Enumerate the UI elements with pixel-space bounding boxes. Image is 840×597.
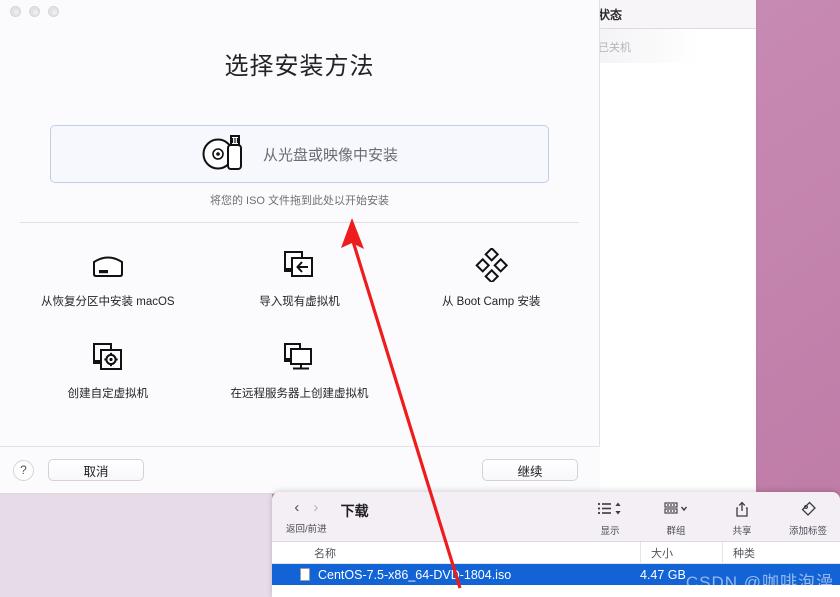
page-title: 选择安装方法 bbox=[224, 53, 375, 80]
background-window-status-value: 已关机 bbox=[588, 29, 756, 63]
help-button[interactable]: ? bbox=[13, 459, 34, 481]
toolbar-label: 共享 bbox=[732, 526, 752, 537]
disc-usb-icon bbox=[201, 133, 247, 176]
toolbar-label: 添加标签 bbox=[788, 526, 827, 537]
share-icon bbox=[734, 500, 750, 517]
method-create-vm-remote-server[interactable]: 在远程服务器上创建虚拟机 bbox=[204, 339, 396, 401]
toolbar-label: 显示 bbox=[600, 526, 620, 537]
method-label: 创建自定虚拟机 bbox=[67, 388, 149, 400]
finder-nav-group: ‹ › 返回/前进 bbox=[286, 500, 327, 535]
boot-camp-icon bbox=[474, 247, 509, 283]
toolbar-group-button[interactable]: 群组 bbox=[654, 500, 698, 537]
file-name: CentOS-7.5-x86_64-DVD-1804.iso bbox=[318, 567, 512, 582]
dropzone-wrapper: 从光盘或映像中安装 将您的 ISO 文件拖到此处以开始安装 bbox=[50, 125, 549, 208]
assistant-footer: ? 取消 继续 bbox=[0, 446, 600, 493]
install-from-disc-dropzone[interactable]: 从光盘或映像中安装 bbox=[50, 125, 549, 183]
method-import-existing-vm[interactable]: 导入现有虚拟机 bbox=[204, 247, 396, 309]
group-grid-icon bbox=[663, 500, 689, 517]
window-titlebar bbox=[0, 0, 599, 24]
toolbar-add-tag-button[interactable]: 添加标签 bbox=[786, 500, 830, 537]
list-item[interactable] bbox=[272, 585, 840, 597]
finder-column-headers: 名称 大小 种类 bbox=[272, 541, 840, 564]
zoom-icon[interactable] bbox=[48, 6, 59, 17]
minimize-icon[interactable] bbox=[29, 6, 40, 17]
toolbar-share-button[interactable]: 共享 bbox=[720, 500, 764, 537]
tag-icon bbox=[800, 500, 817, 517]
desktop-screen: 状态 已关机 选择安装方法 从光盘或映像中安装 将您的 ISO 文件拖到此处以开… bbox=[0, 0, 840, 597]
background-vm-library-window[interactable]: 状态 已关机 bbox=[588, 0, 756, 493]
traffic-lights bbox=[10, 6, 59, 17]
close-icon[interactable] bbox=[10, 6, 21, 17]
custom-vm-gear-icon bbox=[91, 339, 125, 375]
finder-nav-label: 返回/前进 bbox=[286, 524, 327, 535]
finder-folder-title: 下载 bbox=[340, 503, 369, 519]
toolbar-label: 群组 bbox=[666, 526, 686, 537]
hard-drive-icon bbox=[90, 247, 126, 283]
finder-window: ‹ › 返回/前进 下载 显示 群组 共享 添加标签 名称 大小 种类 Cent… bbox=[272, 492, 840, 597]
document-icon bbox=[300, 568, 310, 581]
column-header-size[interactable]: 大小 bbox=[640, 541, 673, 564]
dropzone-hint: 将您的 ISO 文件拖到此处以开始安装 bbox=[209, 195, 390, 207]
continue-button[interactable]: 继续 bbox=[482, 459, 578, 481]
chevron-left-icon[interactable]: ‹ bbox=[294, 500, 299, 515]
list-view-icon bbox=[597, 500, 623, 517]
finder-toolbar-actions: 显示 群组 共享 添加标签 bbox=[588, 500, 830, 537]
method-create-custom-vm[interactable]: 创建自定虚拟机 bbox=[12, 339, 204, 401]
installation-methods-grid: 从恢复分区中安装 macOS 导入现有虚拟机 从 Boot Camp 安装 创建… bbox=[12, 247, 587, 401]
method-label: 从恢复分区中安装 macOS bbox=[41, 296, 175, 308]
background-window-body bbox=[588, 63, 756, 493]
method-boot-camp[interactable]: 从 Boot Camp 安装 bbox=[395, 247, 587, 309]
file-size: 4.47 GB bbox=[640, 567, 686, 582]
column-header-kind[interactable]: 种类 bbox=[722, 541, 755, 564]
section-divider bbox=[20, 222, 579, 223]
remote-server-display-icon bbox=[282, 339, 316, 375]
background-window-status-header: 状态 bbox=[588, 0, 756, 29]
method-recovery-macos[interactable]: 从恢复分区中安装 macOS bbox=[12, 247, 204, 309]
method-label: 从 Boot Camp 安装 bbox=[441, 296, 541, 308]
finder-toolbar: ‹ › 返回/前进 下载 显示 群组 共享 添加标签 bbox=[272, 492, 840, 542]
toolbar-view-button[interactable]: 显示 bbox=[588, 500, 632, 537]
list-item[interactable]: CentOS-7.5-x86_64-DVD-1804.iso 4.47 GB bbox=[272, 564, 840, 585]
import-vm-icon bbox=[282, 247, 316, 283]
installation-assistant-window: 选择安装方法 从光盘或映像中安装 将您的 ISO 文件拖到此处以开始安装 从恢复… bbox=[0, 0, 600, 494]
desktop-background-left bbox=[0, 493, 272, 597]
finder-nav-arrows: ‹ › bbox=[294, 500, 318, 515]
column-header-name[interactable]: 名称 bbox=[314, 545, 336, 561]
cancel-button[interactable]: 取消 bbox=[48, 459, 144, 481]
method-label: 导入现有虚拟机 bbox=[259, 296, 340, 308]
chevron-right-icon[interactable]: › bbox=[313, 500, 318, 515]
dropzone-label: 从光盘或映像中安装 bbox=[262, 146, 398, 164]
methods-grid-empty-cell bbox=[395, 339, 587, 401]
method-label: 在远程服务器上创建虚拟机 bbox=[230, 388, 369, 400]
